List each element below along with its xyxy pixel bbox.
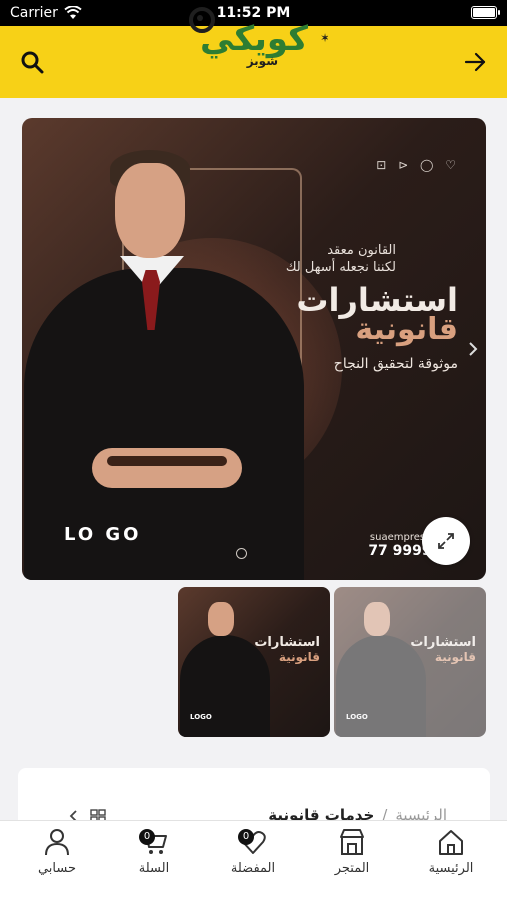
store-icon — [340, 829, 364, 855]
lawyer-portrait — [115, 163, 185, 258]
gavel-image — [107, 456, 227, 466]
hero-tagline: موثوقة لتحقيق النجاح — [333, 356, 458, 372]
brand-logo[interactable]: كويكي شوبز ✶ — [180, 4, 330, 69]
breadcrumb: الرئيسية / خدمات قانونية — [268, 806, 447, 820]
search-icon — [21, 51, 44, 74]
tab-favorites-label: المفضلة — [230, 861, 276, 876]
breadcrumb-home[interactable]: الرئيسية — [395, 806, 447, 820]
search-button[interactable] — [16, 46, 48, 78]
hero-title-2: قانونية — [355, 312, 458, 347]
tab-account[interactable]: حسابي — [12, 827, 102, 876]
grid-view-icon[interactable] — [90, 809, 106, 820]
hero-line-1: القانون معقد — [327, 243, 396, 258]
tab-home-label: الرئيسية — [428, 861, 474, 876]
thumbnail-title-1: استشارات — [410, 635, 476, 650]
bottom-tab-bar: الرئيسية المتجر المفضلة 0 السلة 0 حسابي — [0, 820, 507, 900]
tab-account-label: حسابي — [37, 861, 77, 876]
battery-icon — [471, 6, 500, 19]
thumbnail-2[interactable]: استشارات قانونية LOGO — [334, 587, 486, 737]
tab-cart-label: السلة — [138, 861, 170, 876]
forward-button[interactable] — [459, 46, 491, 78]
tab-cart[interactable]: السلة 0 — [109, 827, 199, 876]
thumbnail-title-2: قانونية — [278, 650, 320, 664]
product-image-carousel[interactable]: ⊡ ⊳ ◯ ♡ القانون معقد لكننا نجعله أسهل لك… — [22, 118, 486, 580]
expand-image-button[interactable] — [422, 517, 470, 565]
tab-favorites[interactable]: المفضلة 0 — [208, 827, 298, 876]
chevron-right-icon[interactable] — [464, 340, 482, 358]
breadcrumb-current: خدمات قانونية — [268, 806, 375, 820]
home-icon — [439, 830, 463, 855]
chevron-left-icon[interactable] — [68, 809, 78, 820]
thumbnail-title-2: قانونية — [434, 650, 476, 664]
social-icons: ⊡ ⊳ ◯ ♡ — [376, 158, 460, 172]
arrow-right-icon — [464, 52, 486, 72]
tab-store-label: المتجر — [334, 861, 370, 876]
thumbnail-logo: LOGO — [346, 713, 368, 721]
logo-sub-text: شوبز — [246, 54, 278, 68]
slide-indicator[interactable] — [236, 548, 247, 559]
thumbnail-1[interactable]: استشارات قانونية LOGO — [178, 587, 330, 737]
thumbnail-logo: LOGO — [190, 713, 212, 721]
tab-store[interactable]: المتجر — [307, 827, 397, 876]
product-content: ⊡ ⊳ ◯ ♡ القانون معقد لكننا نجعله أسهل لك… — [0, 98, 507, 820]
breadcrumb-separator: / — [382, 806, 388, 820]
hero-logo-mark: LO GO — [64, 524, 142, 545]
thumbnail-title-1: استشارات — [254, 635, 320, 650]
expand-icon — [438, 533, 454, 549]
favorites-count-badge: 0 — [238, 829, 254, 845]
cart-count-badge: 0 — [139, 829, 155, 845]
tab-home[interactable]: الرئيسية — [406, 827, 496, 876]
svg-text:✶: ✶ — [320, 31, 328, 45]
hero-line-2: لكننا نجعله أسهل لك — [285, 260, 396, 275]
logo-graphic: كويكي شوبز ✶ — [189, 7, 330, 69]
user-icon — [45, 829, 69, 856]
logo-main-text: كويكي — [200, 19, 308, 59]
